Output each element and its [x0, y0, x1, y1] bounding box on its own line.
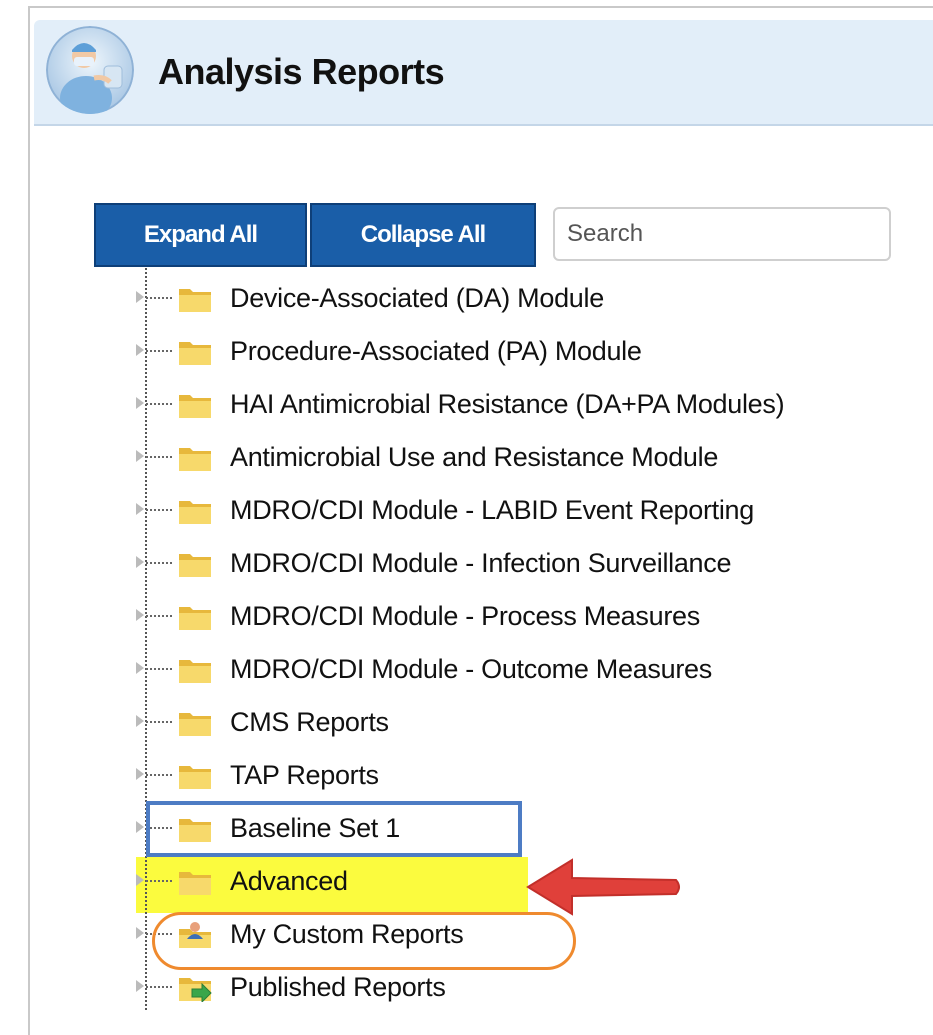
folder-icon: [179, 289, 211, 312]
tree-item-label: Advanced: [230, 866, 348, 896]
collapse-all-button[interactable]: Collapse All: [310, 203, 536, 267]
expand-arrow-icon[interactable]: [136, 662, 144, 674]
tree-item-advanced[interactable]: Advanced: [136, 859, 896, 903]
tree-connector: [146, 509, 172, 511]
expand-arrow-icon[interactable]: [136, 291, 144, 303]
tree-connector: [146, 456, 172, 458]
tree-item-mdro-infection-surveillance[interactable]: MDRO/CDI Module - Infection Surveillance: [136, 541, 896, 585]
expand-arrow-icon[interactable]: [136, 556, 144, 568]
tree-item-antimicrobial-use[interactable]: Antimicrobial Use and Resistance Module: [136, 435, 896, 479]
tree-item-label: Procedure-Associated (PA) Module: [230, 336, 642, 366]
tree-item-published-reports[interactable]: Published Reports: [136, 965, 896, 1009]
baseline-annotation-box: [146, 801, 522, 857]
tree-connector: [146, 986, 172, 988]
tree-item-label: Published Reports: [230, 972, 446, 1002]
tree-item-label: MDRO/CDI Module - Outcome Measures: [230, 654, 712, 684]
folder-icon: [179, 342, 211, 365]
tree-connector: [146, 615, 172, 617]
tree-item-hai-antimicrobial-resistance[interactable]: HAI Antimicrobial Resistance (DA+PA Modu…: [136, 382, 896, 426]
tree-item-label: MDRO/CDI Module - LABID Event Reporting: [230, 495, 754, 525]
tree-connector: [146, 721, 172, 723]
folder-icon: [179, 448, 211, 471]
tree-item-label: Device-Associated (DA) Module: [230, 283, 604, 313]
expand-arrow-icon[interactable]: [136, 609, 144, 621]
red-arrow-icon: [526, 858, 680, 916]
custom-reports-annotation-oval: [152, 912, 576, 970]
tree-connector: [146, 403, 172, 405]
tree-item-mdro-labid[interactable]: MDRO/CDI Module - LABID Event Reporting: [136, 488, 896, 532]
page-title: Analysis Reports: [158, 51, 445, 92]
folder-icon: [179, 607, 211, 630]
tree-item-label: TAP Reports: [230, 760, 379, 790]
tree-item-label: MDRO/CDI Module - Infection Surveillance: [230, 548, 732, 578]
tree-item-device-associated[interactable]: Device-Associated (DA) Module: [136, 276, 896, 320]
folder-icon: [179, 501, 211, 524]
folder-icon: [179, 395, 211, 418]
expand-arrow-icon[interactable]: [136, 397, 144, 409]
folder-icon: [179, 660, 211, 683]
expand-arrow-icon[interactable]: [136, 980, 144, 992]
expand-arrow-icon[interactable]: [136, 874, 144, 886]
folder-icon: [179, 872, 211, 895]
expand-arrow-icon[interactable]: [136, 450, 144, 462]
expand-arrow-icon[interactable]: [136, 715, 144, 727]
folder-icon: [179, 554, 211, 577]
surgeon-avatar-icon: [46, 26, 134, 114]
tree-connector: [146, 297, 172, 299]
tree-item-label: HAI Antimicrobial Resistance (DA+PA Modu…: [230, 389, 785, 419]
folder-icon: [179, 713, 211, 736]
published-folder-icon: [179, 978, 212, 1002]
expand-arrow-icon[interactable]: [136, 821, 144, 833]
tree-item-mdro-outcome-measures[interactable]: MDRO/CDI Module - Outcome Measures: [136, 647, 896, 691]
tree-connector: [146, 774, 172, 776]
tree-item-mdro-process-measures[interactable]: MDRO/CDI Module - Process Measures: [136, 594, 896, 638]
tree-connector: [146, 880, 172, 882]
tree-item-tap-reports[interactable]: TAP Reports: [136, 753, 896, 797]
expand-arrow-icon[interactable]: [136, 927, 144, 939]
expand-arrow-icon[interactable]: [136, 344, 144, 356]
tree-connector: [146, 350, 172, 352]
tree-item-label: Antimicrobial Use and Resistance Module: [230, 442, 719, 472]
tree-item-procedure-associated[interactable]: Procedure-Associated (PA) Module: [136, 329, 896, 373]
tree-item-label: MDRO/CDI Module - Process Measures: [230, 601, 700, 631]
tree-connector: [146, 562, 172, 564]
tree-item-cms-reports[interactable]: CMS Reports: [136, 700, 896, 744]
expand-all-button[interactable]: Expand All: [94, 203, 307, 267]
folder-icon: [179, 766, 211, 789]
expand-arrow-icon[interactable]: [136, 503, 144, 515]
tree-item-label: CMS Reports: [230, 707, 389, 737]
search-input[interactable]: [553, 207, 891, 261]
tree-connector: [146, 668, 172, 670]
expand-arrow-icon[interactable]: [136, 768, 144, 780]
